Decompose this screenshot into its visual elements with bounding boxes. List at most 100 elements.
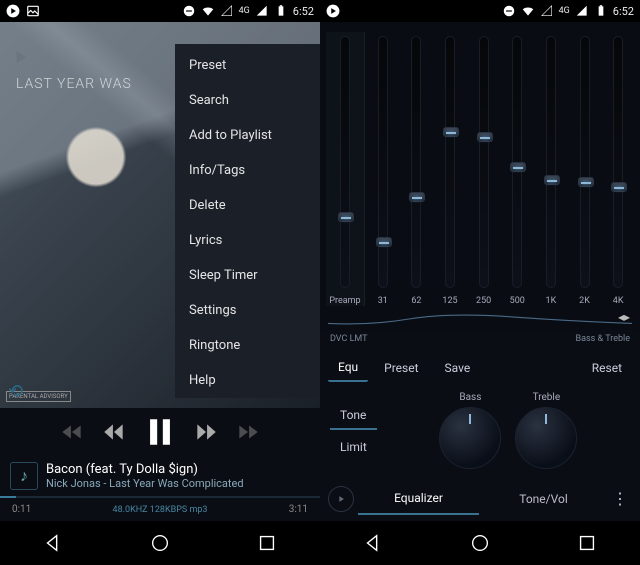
eq-band-label: 125: [442, 296, 457, 306]
slider-thumb[interactable]: [338, 212, 354, 222]
album-overlay-text: LAST YEAR WAS: [16, 76, 132, 92]
preset-button[interactable]: Preset: [374, 355, 428, 381]
tab-tone-vol[interactable]: Tone/Vol: [483, 484, 604, 514]
playback-controls: [0, 408, 320, 456]
eq-slider-4k[interactable]: [613, 36, 623, 288]
menu-item-lyrics[interactable]: Lyrics: [175, 223, 320, 258]
signal-icon: [255, 4, 269, 18]
eq-slider-1k[interactable]: [546, 36, 556, 288]
time-current: 0:11: [12, 504, 31, 515]
equ-button[interactable]: Equ: [328, 354, 368, 382]
menu-item-search[interactable]: Search: [175, 83, 320, 118]
slider-thumb[interactable]: [409, 192, 425, 202]
android-nav-bar: [0, 521, 320, 565]
tone-row: Tone Limit Bass Treble: [320, 388, 640, 477]
progress-bar[interactable]: [0, 496, 320, 498]
forward-icon[interactable]: [193, 419, 219, 445]
slider-thumb[interactable]: [611, 182, 627, 192]
eq-band-250: 250: [468, 32, 500, 306]
status-bar: 4G 6:52: [0, 0, 320, 22]
status-bar: 4G 6:52: [320, 0, 640, 22]
eq-slider-31[interactable]: [378, 36, 388, 288]
recents-icon[interactable]: [576, 532, 598, 554]
track-info-row[interactable]: ♪ Bacon (feat. Ty Dolla $ign) Nick Jonas…: [0, 456, 320, 496]
eq-band-label: 4K: [613, 296, 624, 306]
audio-info: 48.0KHZ 128KBPS mp3: [31, 505, 288, 515]
menu-item-add-playlist[interactable]: Add to Playlist: [175, 118, 320, 153]
pause-button[interactable]: [143, 415, 177, 449]
eq-slider-2k[interactable]: [580, 36, 590, 288]
menu-item-info-tags[interactable]: Info/Tags: [175, 153, 320, 188]
menu-item-ringtone[interactable]: Ringtone: [175, 328, 320, 363]
slider-thumb[interactable]: [510, 162, 526, 172]
track-art-icon: ♪: [10, 462, 38, 490]
bass-knob[interactable]: [439, 407, 501, 469]
eq-band-125: 125: [434, 32, 466, 306]
back-icon[interactable]: [42, 532, 64, 554]
eq-band-62: 62: [401, 32, 433, 306]
eq-slider-500[interactable]: [512, 36, 522, 288]
bottom-tabs: Equalizer Tone/Vol ⋮: [320, 477, 640, 521]
equalizer-screen: 4G 6:52 Preamp31621252505001K2K4K ◂▸ DVC…: [320, 0, 640, 565]
eq-band-500: 500: [501, 32, 533, 306]
prev-track-icon[interactable]: [59, 419, 85, 445]
eq-sliders: Preamp31621252505001K2K4K: [320, 22, 640, 308]
limit-button[interactable]: Limit: [330, 434, 377, 460]
next-track-icon[interactable]: [235, 419, 261, 445]
home-icon[interactable]: [149, 532, 171, 554]
eq-slider-preamp[interactable]: [340, 36, 350, 288]
menu-item-preset[interactable]: Preset: [175, 44, 320, 83]
save-button[interactable]: Save: [435, 355, 481, 381]
network-label: 4G: [239, 6, 250, 16]
album-art-area[interactable]: LAST YEAR WAS PARENTAL ADVISORY ⟲ Preset…: [0, 22, 320, 408]
eq-slider-125[interactable]: [445, 36, 455, 288]
slider-thumb[interactable]: [544, 175, 560, 185]
bass-treble-label: Bass & Treble: [576, 334, 630, 344]
tab-equalizer[interactable]: Equalizer: [358, 483, 479, 515]
slider-thumb[interactable]: [443, 127, 459, 137]
eq-band-label: 500: [510, 296, 525, 306]
signal-empty-icon: [220, 4, 234, 18]
reset-button[interactable]: Reset: [582, 355, 632, 381]
slider-thumb[interactable]: [578, 177, 594, 187]
dnd-icon: [502, 4, 516, 18]
eq-band-4k: 4K: [602, 32, 634, 306]
eq-band-label: 2K: [579, 296, 590, 306]
tone-button[interactable]: Tone: [330, 402, 377, 430]
clock: 6:52: [613, 5, 634, 18]
slider-thumb[interactable]: [477, 132, 493, 142]
clock: 6:52: [293, 5, 314, 18]
eq-band-2k: 2K: [569, 32, 601, 306]
eq-button-row: Equ Preset Save Reset: [320, 348, 640, 388]
dvc-row: DVC LMT Bass & Treble: [320, 330, 640, 348]
slider-thumb[interactable]: [376, 237, 392, 247]
eq-slider-250[interactable]: [479, 36, 489, 288]
back-icon[interactable]: [362, 532, 384, 554]
treble-knob[interactable]: [515, 407, 577, 469]
dvc-label: DVC LMT: [330, 334, 368, 344]
eq-band-preamp: Preamp: [326, 32, 365, 306]
curve-reset-icon[interactable]: ◂▸: [618, 310, 630, 324]
mini-play-button[interactable]: [328, 486, 354, 512]
menu-item-help[interactable]: Help: [175, 363, 320, 398]
eq-slider-62[interactable]: [411, 36, 421, 288]
home-icon[interactable]: [469, 532, 491, 554]
treble-knob-label: Treble: [533, 392, 561, 403]
battery-icon: [594, 4, 608, 18]
menu-item-sleep-timer[interactable]: Sleep Timer: [175, 258, 320, 293]
eq-band-label: 62: [411, 296, 421, 306]
wifi-icon: [521, 4, 535, 18]
mini-play-icon[interactable]: [10, 47, 30, 67]
play-indicator-icon: [326, 4, 340, 18]
dnd-icon: [182, 4, 196, 18]
menu-item-settings[interactable]: Settings: [175, 293, 320, 328]
menu-item-delete[interactable]: Delete: [175, 188, 320, 223]
rewind-icon[interactable]: [101, 419, 127, 445]
more-icon[interactable]: ⋮: [608, 491, 632, 507]
shuffle-icon[interactable]: ⟲: [8, 381, 23, 402]
eq-band-31: 31: [367, 32, 399, 306]
play-indicator-icon: [6, 4, 20, 18]
player-screen: 4G 6:52 LAST YEAR WAS PARENTAL ADVISORY …: [0, 0, 320, 565]
track-subtitle: Nick Jonas - Last Year Was Complicated: [46, 477, 310, 490]
recents-icon[interactable]: [256, 532, 278, 554]
